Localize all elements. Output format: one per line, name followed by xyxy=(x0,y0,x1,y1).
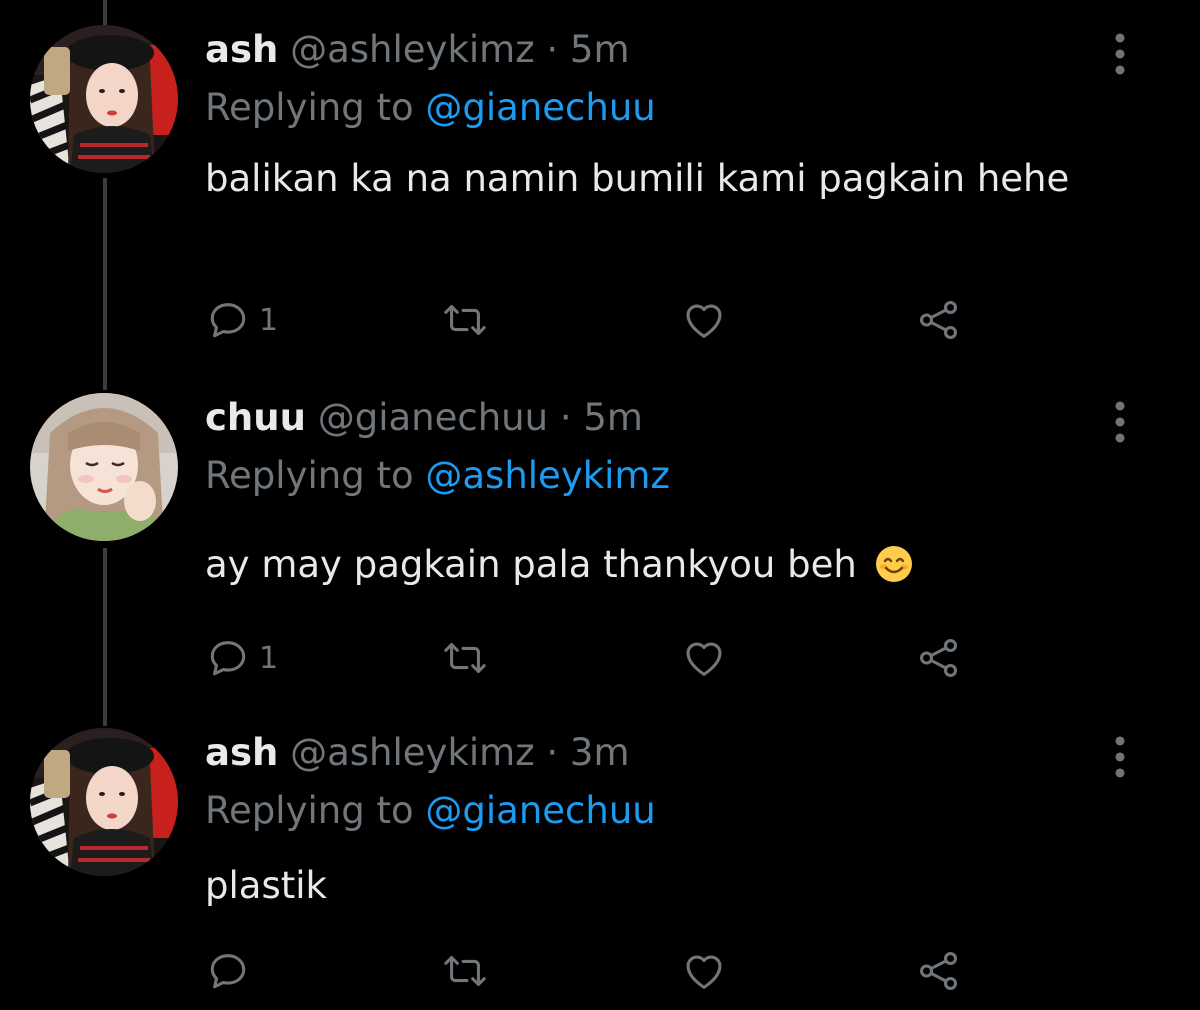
reply-icon xyxy=(205,635,251,681)
like-icon xyxy=(680,297,728,343)
reply-icon xyxy=(205,297,251,343)
author-handle[interactable]: @ashleykimz xyxy=(290,28,535,71)
reply-button[interactable]: 1 xyxy=(205,295,278,345)
author-name[interactable]: chuu xyxy=(205,396,306,439)
share-icon xyxy=(915,948,963,994)
tweet-text: plastik xyxy=(205,864,327,907)
reply-button[interactable]: 1 xyxy=(205,633,278,683)
replying-to-label: Replying to xyxy=(205,86,414,129)
tweet-1[interactable]: ash @ashleykimz · 5m Replying to @gianec… xyxy=(0,25,1200,360)
thread-line-top xyxy=(103,0,107,28)
retweet-button[interactable] xyxy=(440,946,490,996)
more-icon[interactable] xyxy=(1105,734,1135,780)
tweet-header: ash @ashleykimz · 5m xyxy=(205,25,630,75)
avatar-ash[interactable] xyxy=(30,25,178,173)
tweet-header: ash @ashleykimz · 3m xyxy=(205,728,630,778)
replying-to-handle[interactable]: @gianechuu xyxy=(425,789,655,832)
tweet-2[interactable]: chuu @gianechuu · 5m Replying to @ashley… xyxy=(0,393,1200,728)
tweet-3[interactable]: ash @ashleykimz · 3m Replying to @gianec… xyxy=(0,728,1200,1008)
reply-count: 1 xyxy=(259,640,279,676)
like-button[interactable] xyxy=(680,946,728,996)
author-handle[interactable]: @ashleykimz xyxy=(290,731,535,774)
retweet-icon xyxy=(440,297,490,343)
author-name[interactable]: ash xyxy=(205,731,278,774)
avatar-ash[interactable] xyxy=(30,728,178,876)
tweet-actions xyxy=(205,946,965,996)
tweet-actions: 1 xyxy=(205,633,965,683)
retweet-icon xyxy=(440,635,490,681)
tweet-text: balikan ka na namin bumili kami pagkain … xyxy=(205,157,1070,200)
share-button[interactable] xyxy=(915,946,963,996)
avatar-chuu[interactable] xyxy=(30,393,178,541)
tweet-text: ay may pagkain pala thankyou beh xyxy=(205,537,1105,592)
replying-to: Replying to @gianechuu xyxy=(205,786,656,836)
reply-icon xyxy=(205,948,251,994)
separator-dot: · xyxy=(546,731,559,774)
share-button[interactable] xyxy=(915,633,963,683)
separator-dot: · xyxy=(546,28,559,71)
like-icon xyxy=(680,948,728,994)
retweet-button[interactable] xyxy=(440,295,490,345)
tweet-text-content: ay may pagkain pala thankyou beh xyxy=(205,543,857,586)
timestamp[interactable]: 3m xyxy=(570,731,630,774)
retweet-button[interactable] xyxy=(440,633,490,683)
timestamp[interactable]: 5m xyxy=(583,396,643,439)
replying-to: Replying to @ashleykimz xyxy=(205,451,670,501)
like-icon xyxy=(680,635,728,681)
replying-to-handle[interactable]: @ashleykimz xyxy=(425,454,670,497)
tweet-header: chuu @gianechuu · 5m xyxy=(205,393,643,443)
tweet-actions: 1 xyxy=(205,295,965,345)
like-button[interactable] xyxy=(680,633,728,683)
separator-dot: · xyxy=(559,396,572,439)
retweet-icon xyxy=(440,948,490,994)
share-button[interactable] xyxy=(915,295,963,345)
smiling-face-emoji-icon xyxy=(875,543,913,582)
reply-count: 1 xyxy=(259,302,279,338)
share-icon xyxy=(915,635,963,681)
more-icon[interactable] xyxy=(1105,399,1135,445)
author-handle[interactable]: @gianechuu xyxy=(318,396,548,439)
timestamp[interactable]: 5m xyxy=(570,28,630,71)
replying-to-label: Replying to xyxy=(205,789,414,832)
like-button[interactable] xyxy=(680,295,728,345)
author-name[interactable]: ash xyxy=(205,28,278,71)
replying-to: Replying to @gianechuu xyxy=(205,83,656,133)
replying-to-handle[interactable]: @gianechuu xyxy=(425,86,655,129)
reply-button[interactable] xyxy=(205,946,259,996)
replying-to-label: Replying to xyxy=(205,454,414,497)
more-icon[interactable] xyxy=(1105,31,1135,77)
share-icon xyxy=(915,297,963,343)
